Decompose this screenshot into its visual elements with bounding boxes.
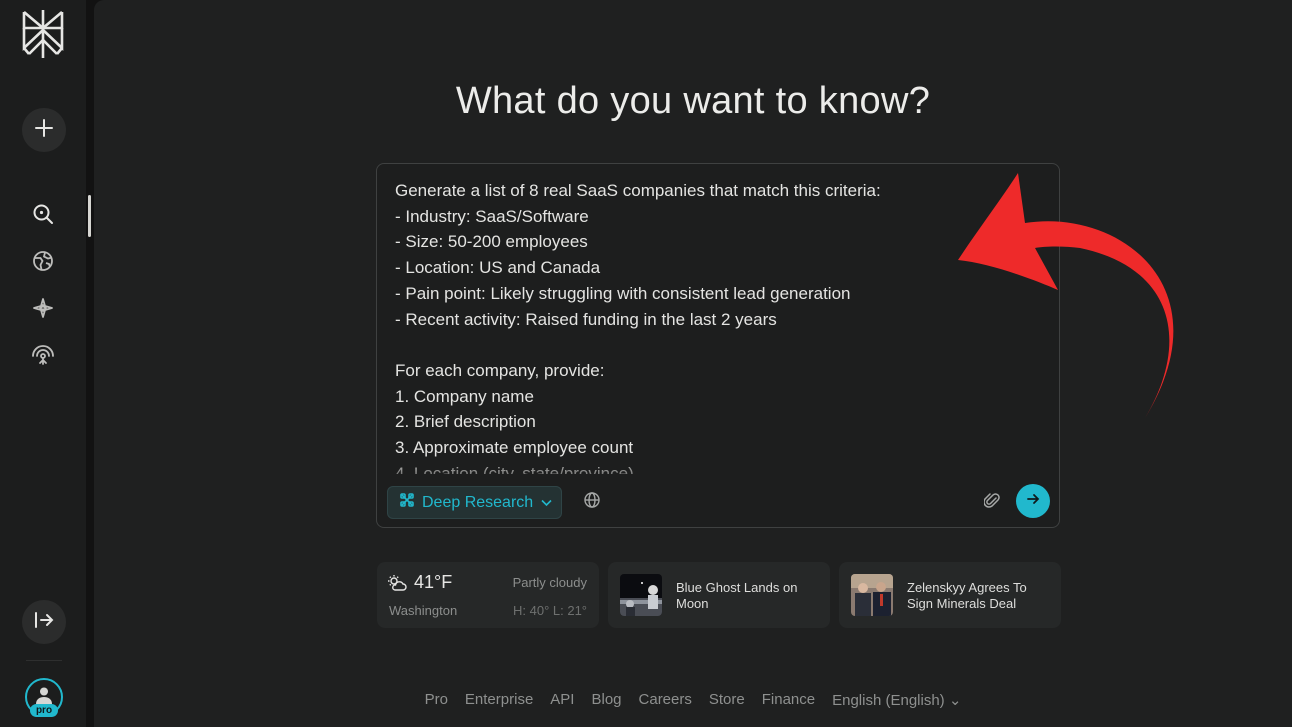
query-input[interactable]: Generate a list of 8 real SaaS companies…	[395, 178, 1035, 474]
news-card[interactable]: Zelenskyy Agrees To Sign Minerals Deal	[839, 562, 1061, 628]
sidebar-item-spaces[interactable]	[30, 297, 56, 323]
sidebar-item-home[interactable]	[30, 203, 56, 229]
footer-link-finance[interactable]: Finance	[762, 691, 815, 709]
weather-high-low: H: 40° L: 21°	[513, 603, 587, 618]
chevron-down-icon	[541, 494, 552, 512]
weather-temp: 41°F	[414, 572, 453, 592]
sidebar-item-library[interactable]	[30, 344, 56, 370]
weather-card[interactable]: 41°F Partly cloudy Washington H: 40° L: …	[377, 562, 599, 628]
arrow-right-icon	[1026, 492, 1040, 511]
sidebar-item-discover[interactable]	[30, 250, 56, 276]
discover-globe-icon	[32, 250, 54, 277]
paperclip-icon	[983, 491, 1000, 514]
news-title: Blue Ghost Lands on Moon	[676, 580, 798, 611]
news-card[interactable]: Blue Ghost Lands on Moon	[608, 562, 830, 628]
attach-button[interactable]	[981, 491, 1003, 513]
main-panel: What do you want to know? Generate a lis…	[94, 0, 1292, 727]
sidebar: pro	[0, 0, 86, 727]
chevron-down-icon: ⌄	[948, 692, 962, 709]
partly-cloudy-icon	[387, 574, 407, 592]
page-title: What do you want to know?	[455, 80, 931, 122]
spaces-sparkle-icon	[32, 297, 54, 324]
footer-link-pro[interactable]: Pro	[425, 691, 448, 709]
sources-globe-button[interactable]	[581, 491, 603, 513]
news-thumbnail	[851, 574, 893, 616]
news-thumbnail	[620, 574, 662, 616]
plus-icon	[34, 118, 54, 143]
language-label: English (English)	[832, 692, 945, 709]
perplexity-logo-icon[interactable]	[20, 8, 66, 60]
pro-badge: pro	[30, 704, 58, 717]
expand-sidebar-button[interactable]	[22, 600, 66, 644]
weather-city: Washington	[389, 603, 458, 618]
deep-research-mode-button[interactable]: Deep Research	[387, 486, 562, 519]
weather-condition: Partly cloudy	[512, 575, 587, 590]
search-icon	[32, 203, 54, 230]
atom-icon	[400, 493, 414, 512]
globe-icon	[584, 491, 600, 513]
query-fade	[377, 456, 1059, 476]
sidebar-divider	[26, 660, 62, 661]
news-title: Zelenskyy Agrees To Sign Minerals Deal	[907, 580, 1027, 611]
query-box: Generate a list of 8 real SaaS companies…	[376, 163, 1060, 528]
mode-label: Deep Research	[422, 493, 534, 511]
active-nav-indicator	[88, 195, 91, 237]
arrow-right-bar-icon	[33, 610, 55, 635]
footer-link-blog[interactable]: Blog	[591, 691, 621, 709]
footer-link-api[interactable]: API	[550, 691, 574, 709]
new-thread-button[interactable]	[22, 108, 66, 152]
language-selector[interactable]: English (English) ⌄	[832, 691, 961, 709]
footer-link-careers[interactable]: Careers	[639, 691, 692, 709]
footer-link-store[interactable]: Store	[709, 691, 745, 709]
footer-links: Pro Enterprise API Blog Careers Store Fi…	[94, 691, 1292, 709]
submit-button[interactable]	[1016, 484, 1050, 518]
footer-link-enterprise[interactable]: Enterprise	[465, 691, 533, 709]
library-signal-icon	[31, 344, 55, 371]
